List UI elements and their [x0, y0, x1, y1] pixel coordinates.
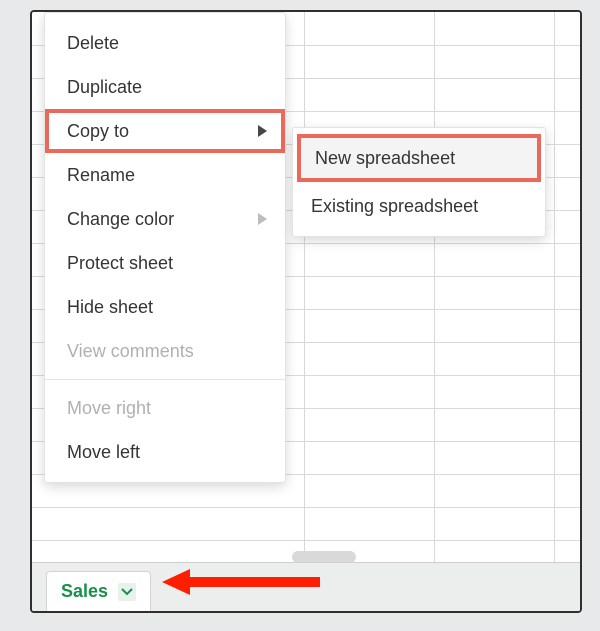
sheet-tab-label: Sales	[61, 581, 108, 602]
menu-item-label: Copy to	[67, 121, 129, 142]
app-window: Sales Delete Duplicate Copy to Ren	[30, 10, 582, 613]
menu-item-label: Move left	[67, 442, 140, 463]
menu-item-protect-sheet[interactable]: Protect sheet	[45, 241, 285, 285]
submenu-item-label: New spreadsheet	[315, 148, 455, 169]
menu-item-duplicate[interactable]: Duplicate	[45, 65, 285, 109]
menu-item-change-color[interactable]: Change color	[45, 197, 285, 241]
menu-item-copy-to[interactable]: Copy to	[45, 109, 285, 153]
menu-item-delete[interactable]: Delete	[45, 21, 285, 65]
sheet-context-menu: Delete Duplicate Copy to Rename Change c…	[44, 12, 286, 483]
submenu-item-label: Existing spreadsheet	[311, 196, 478, 217]
menu-item-move-left[interactable]: Move left	[45, 430, 285, 474]
submenu-item-new-spreadsheet[interactable]: New spreadsheet	[297, 134, 541, 182]
copy-to-submenu: New spreadsheet Existing spreadsheet	[292, 127, 546, 237]
sheet-tab-sales[interactable]: Sales	[46, 571, 151, 612]
menu-item-label: Duplicate	[67, 77, 142, 98]
menu-item-rename[interactable]: Rename	[45, 153, 285, 197]
menu-item-label: View comments	[67, 341, 194, 362]
menu-item-label: Move right	[67, 398, 151, 419]
menu-item-move-right: Move right	[45, 386, 285, 430]
menu-item-hide-sheet[interactable]: Hide sheet	[45, 285, 285, 329]
menu-item-label: Hide sheet	[67, 297, 153, 318]
screenshot-stage: Sales Delete Duplicate Copy to Ren	[0, 0, 600, 631]
sheet-tab-dropdown-icon[interactable]	[118, 583, 136, 601]
sheet-tab-bar: Sales	[32, 562, 580, 611]
submenu-arrow-icon	[258, 125, 267, 137]
menu-item-label: Protect sheet	[67, 253, 173, 274]
menu-item-label: Change color	[67, 209, 174, 230]
menu-item-label: Rename	[67, 165, 135, 186]
menu-item-view-comments: View comments	[45, 329, 285, 373]
grid-row	[32, 507, 580, 541]
submenu-arrow-icon	[258, 213, 267, 225]
menu-separator	[45, 379, 285, 380]
menu-item-label: Delete	[67, 33, 119, 54]
submenu-item-existing-spreadsheet[interactable]: Existing spreadsheet	[293, 182, 545, 230]
